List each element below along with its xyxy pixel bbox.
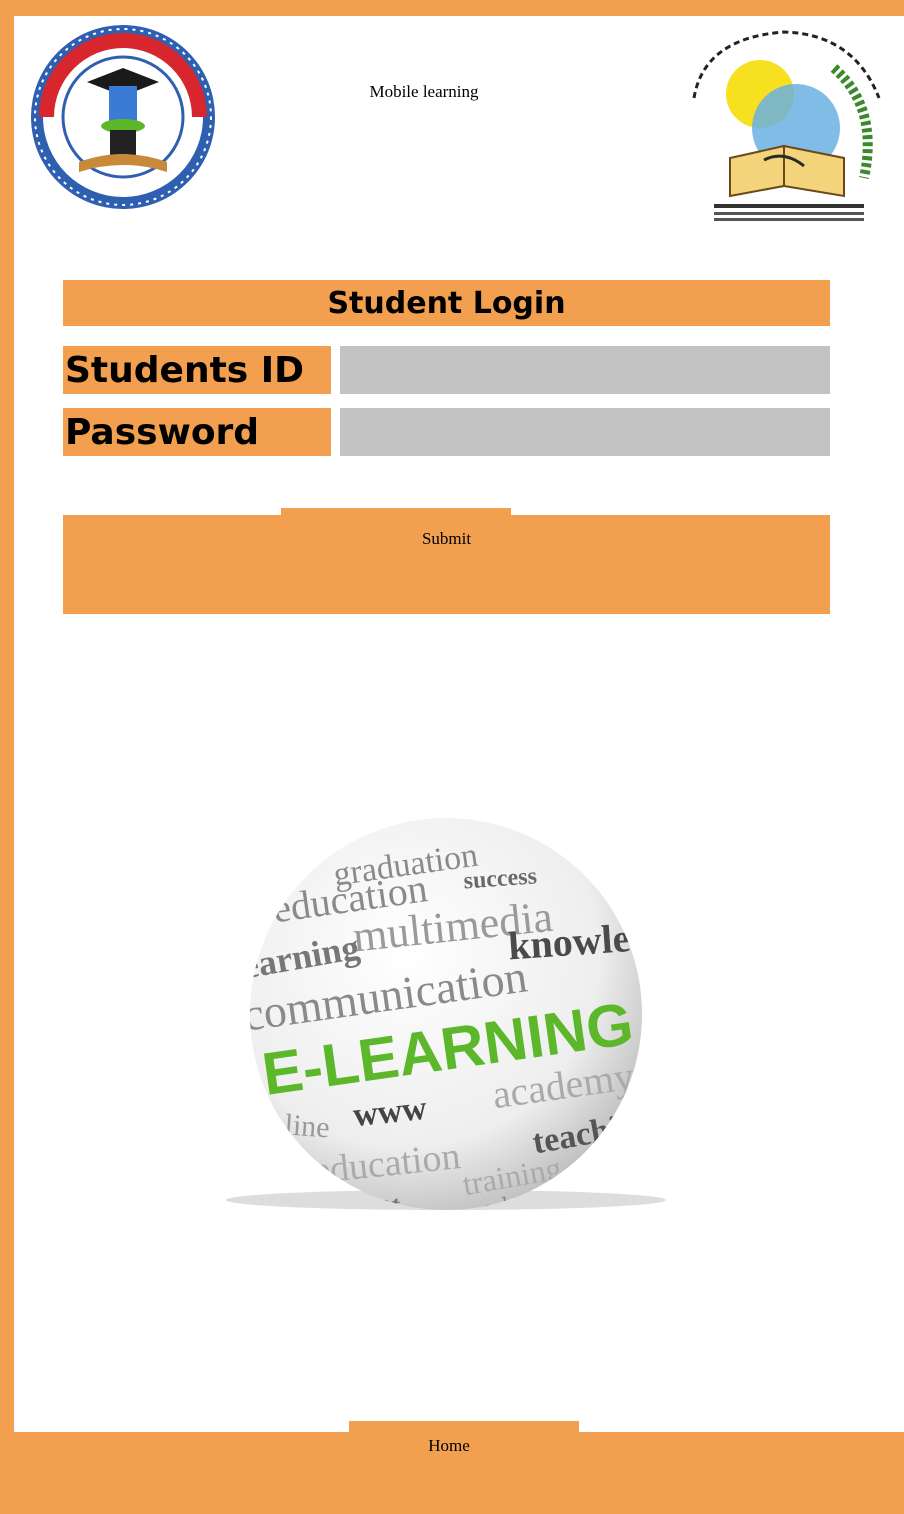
home-link[interactable]: Home: [349, 1436, 549, 1456]
submit-button[interactable]: Submit: [63, 515, 830, 614]
password-field[interactable]: [340, 408, 830, 456]
word-www: www: [351, 1090, 429, 1135]
college-emblem-icon: [692, 30, 881, 221]
elearning-sphere-image: graduation success education multimedia …: [226, 818, 666, 1210]
student-login-heading: Student Login: [63, 280, 830, 326]
student-id-field[interactable]: [340, 346, 830, 394]
app-title: Mobile learning: [369, 82, 479, 101]
top-border: [0, 0, 904, 16]
left-border: [0, 0, 14, 1514]
university-seal-icon: [31, 25, 215, 209]
password-label: Password: [63, 408, 331, 456]
word-success: success: [463, 863, 538, 894]
word-online: online: [254, 1106, 331, 1144]
student-id-label: Students ID: [63, 346, 331, 394]
submit-button-label: Submit: [421, 529, 472, 548]
